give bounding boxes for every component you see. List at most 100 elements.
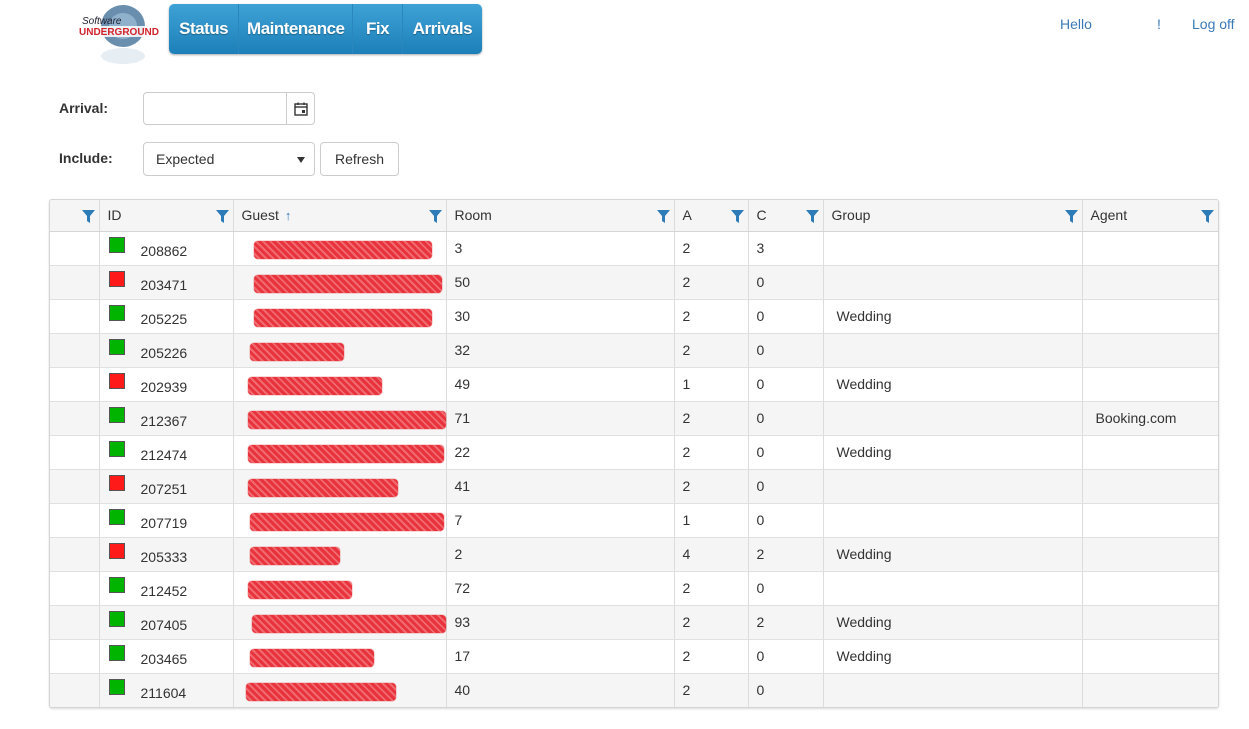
arrival-date-input[interactable] <box>143 92 315 125</box>
booking-id: 207405 <box>140 617 188 633</box>
refresh-button[interactable]: Refresh <box>320 142 399 176</box>
column-header-children[interactable]: C <box>748 200 824 232</box>
table-row[interactable]: 207405 93 2 2 Wedding <box>50 605 1218 640</box>
redacted-guest-name <box>253 240 432 259</box>
id-cell: 205226 <box>99 333 234 368</box>
group-cell <box>823 265 1083 300</box>
column-header-group[interactable]: Group <box>823 200 1083 232</box>
booking-id: 211604 <box>140 685 187 701</box>
group-cell <box>823 333 1083 368</box>
row-select-cell <box>50 639 100 674</box>
id-cell: 202939 <box>99 367 234 402</box>
hello-link[interactable]: Hello <box>1060 16 1092 32</box>
adults-cell: 2 <box>674 469 749 504</box>
id-cell: 207719 <box>99 503 234 538</box>
booking-id: 203471 <box>140 277 188 293</box>
column-header-status[interactable] <box>50 200 100 232</box>
nav-arrivals-tab[interactable]: Arrivals <box>403 4 482 54</box>
include-select[interactable]: Expected <box>143 142 315 176</box>
room-cell: 93 <box>446 605 675 640</box>
column-header-room[interactable]: Room <box>446 200 675 232</box>
row-select-cell <box>50 571 100 606</box>
sort-ascending-icon: ↑ <box>284 208 292 224</box>
guest-cell <box>233 435 447 470</box>
calendar-icon[interactable] <box>286 93 314 124</box>
id-cell: 205225 <box>99 299 234 334</box>
status-indicator <box>108 236 125 253</box>
status-indicator <box>108 542 125 559</box>
grid-header-row: ID Guest ↑ Room A C Group Agent <box>50 200 1218 232</box>
children-cell: 0 <box>748 639 824 674</box>
agent-cell <box>1082 265 1218 300</box>
filter-icon[interactable] <box>805 210 819 226</box>
guest-cell <box>233 401 447 436</box>
adults-cell: 2 <box>674 401 749 436</box>
adults-cell: 1 <box>674 367 749 402</box>
filter-icon[interactable] <box>215 210 229 226</box>
adults-cell: 2 <box>674 639 749 674</box>
table-row[interactable]: 207719 7 1 0 <box>50 503 1218 538</box>
id-cell: 212367 <box>99 401 234 436</box>
children-cell: 0 <box>748 265 824 300</box>
row-select-cell <box>50 367 100 402</box>
table-row[interactable]: 212474 22 2 0 Wedding <box>50 435 1218 470</box>
table-row[interactable]: 203465 17 2 0 Wedding <box>50 639 1218 674</box>
room-cell: 32 <box>446 333 675 368</box>
children-cell: 0 <box>748 503 824 538</box>
row-select-cell <box>50 435 100 470</box>
table-row[interactable]: 203471 50 2 0 <box>50 265 1218 300</box>
booking-id: 205333 <box>140 549 188 565</box>
filter-icon[interactable] <box>1201 210 1214 226</box>
group-cell <box>823 571 1083 606</box>
user-link[interactable]: ! <box>1157 16 1161 32</box>
table-row[interactable]: 205225 30 2 0 Wedding <box>50 299 1218 334</box>
room-cell: 3 <box>446 231 675 266</box>
children-cell: 3 <box>748 231 824 266</box>
agent-cell <box>1082 639 1218 674</box>
children-cell: 0 <box>748 571 824 606</box>
agent-cell <box>1082 571 1218 606</box>
group-cell: Wedding <box>823 605 1083 640</box>
filter-icon[interactable] <box>1064 210 1078 226</box>
redacted-guest-name <box>253 274 442 293</box>
redacted-guest-name <box>251 614 446 633</box>
table-row[interactable]: 212367 71 2 0 Booking.com <box>50 401 1218 436</box>
table-row[interactable]: 205333 2 4 2 Wedding <box>50 537 1218 572</box>
table-row[interactable]: 205226 32 2 0 <box>50 333 1218 368</box>
adults-cell: 2 <box>674 571 749 606</box>
room-cell: 49 <box>446 367 675 402</box>
column-header-agent[interactable]: Agent <box>1082 200 1218 232</box>
status-indicator <box>108 576 125 593</box>
guest-cell <box>233 299 447 334</box>
row-select-cell <box>50 537 100 572</box>
agent-cell <box>1082 605 1218 640</box>
logo: Software UNDERGROUND <box>76 4 162 66</box>
guest-cell <box>233 265 447 300</box>
table-row[interactable]: 202939 49 1 0 Wedding <box>50 367 1218 402</box>
filter-icon[interactable] <box>81 210 95 226</box>
row-select-cell <box>50 231 100 266</box>
nav-status-tab[interactable]: Status <box>169 4 240 54</box>
id-cell: 207251 <box>99 469 234 504</box>
filter-icon[interactable] <box>656 210 670 226</box>
id-cell: 203465 <box>99 639 234 674</box>
nav-maintenance-tab[interactable]: Maintenance <box>239 4 354 54</box>
adults-cell: 1 <box>674 503 749 538</box>
table-row[interactable]: 207251 41 2 0 <box>50 469 1218 504</box>
booking-id: 212452 <box>140 583 188 599</box>
logoff-link[interactable]: Log off <box>1192 16 1235 32</box>
adults-cell: 2 <box>674 435 749 470</box>
nav-fix-tab[interactable]: Fix <box>353 4 403 54</box>
row-select-cell <box>50 469 100 504</box>
column-header-id[interactable]: ID <box>99 200 234 232</box>
table-row[interactable]: 211604 40 2 0 <box>50 673 1218 707</box>
filter-icon[interactable] <box>428 210 442 226</box>
guest-cell <box>233 469 447 504</box>
redacted-guest-name <box>245 682 396 701</box>
column-header-guest[interactable]: Guest ↑ <box>233 200 447 232</box>
filter-icon[interactable] <box>730 210 744 226</box>
table-row[interactable]: 208862 3 2 3 <box>50 231 1218 266</box>
row-select-cell <box>50 401 100 436</box>
column-header-adults[interactable]: A <box>674 200 749 232</box>
table-row[interactable]: 212452 72 2 0 <box>50 571 1218 606</box>
